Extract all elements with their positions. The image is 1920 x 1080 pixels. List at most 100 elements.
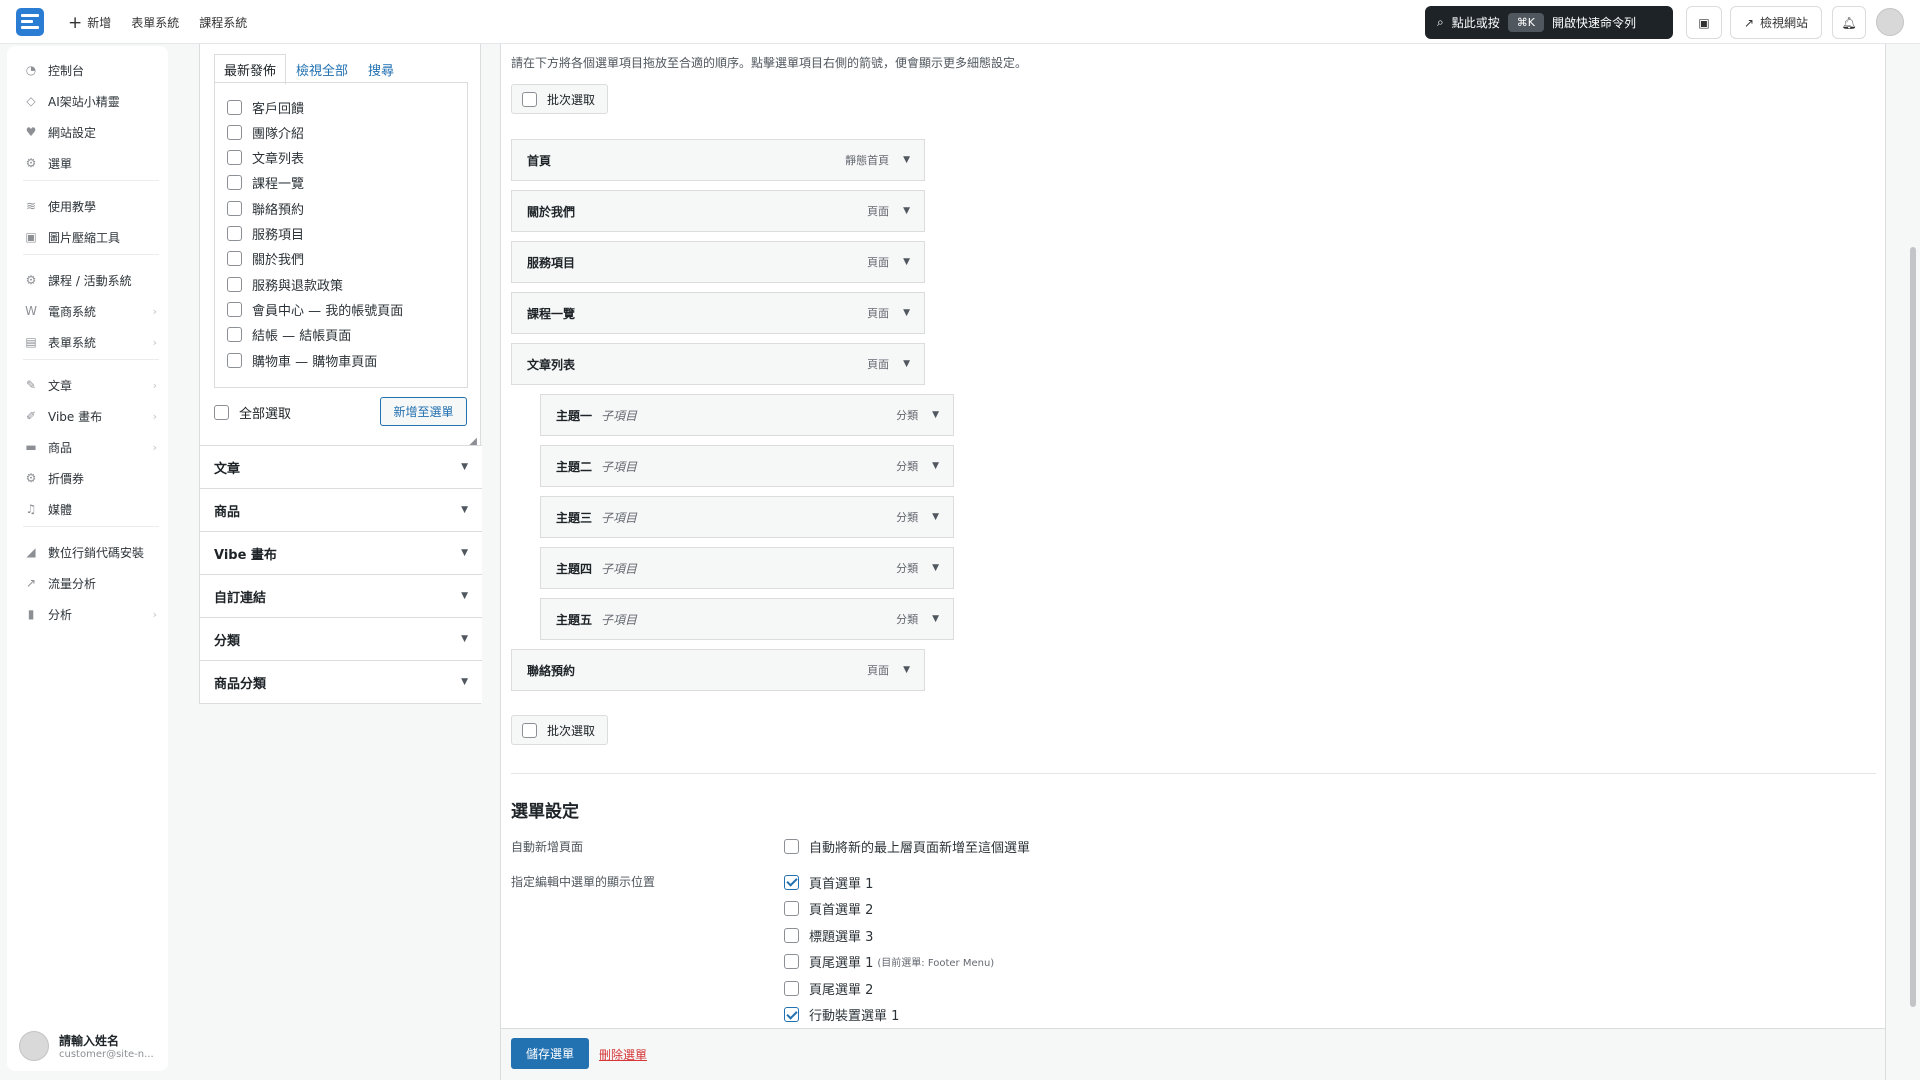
- menu-item[interactable]: 服務項目 頁面 ▼: [511, 241, 925, 283]
- sidebar-item[interactable]: ≋ 使用教學: [23, 196, 163, 216]
- bulk-select-bottom[interactable]: 批次選取: [511, 715, 608, 745]
- sidebar-item[interactable]: ♥ 網站設定: [23, 122, 163, 142]
- accordion-section[interactable]: 商品分類 ▼: [200, 660, 482, 703]
- accordion-section[interactable]: 商品 ▼: [200, 488, 482, 531]
- menu-location-option[interactable]: 頁首選單 1: [784, 873, 873, 892]
- notifications-button[interactable]: 🔔︎: [1832, 6, 1866, 39]
- menu-item[interactable]: 主題三 子項目 分類 ▼: [540, 496, 954, 538]
- new-button[interactable]: + 新增: [68, 14, 111, 31]
- command-palette-button[interactable]: ⌕ 點此或按 ⌘K 開啟快速命令列: [1425, 6, 1673, 39]
- auto-add-checkbox[interactable]: [784, 838, 799, 854]
- expand-arrow-icon[interactable]: ▼: [903, 359, 910, 369]
- page-checklist-item[interactable]: 聯絡預約: [227, 198, 304, 218]
- menu-item[interactable]: 主題四 子項目 分類 ▼: [540, 547, 954, 589]
- menu-location-option[interactable]: 標題選單 3: [784, 926, 873, 945]
- page-checkbox[interactable]: [227, 150, 242, 166]
- scrollbar[interactable]: [1910, 247, 1916, 1007]
- menu-location-option[interactable]: 行動裝置選單 1: [784, 1006, 899, 1024]
- bulk-select-checkbox[interactable]: [522, 91, 537, 107]
- expand-arrow-icon[interactable]: ▼: [932, 461, 939, 471]
- user-avatar[interactable]: [1876, 8, 1904, 36]
- expand-arrow-icon[interactable]: ▼: [903, 665, 910, 675]
- view-site-button[interactable]: ↗ 檢視網站: [1730, 6, 1822, 39]
- page-checkbox[interactable]: [227, 124, 242, 140]
- expand-arrow-icon[interactable]: ▼: [932, 563, 939, 573]
- select-all[interactable]: 全部選取: [214, 403, 291, 422]
- save-menu-button[interactable]: 儲存選單: [511, 1038, 589, 1069]
- menu-location-option[interactable]: 頁尾選單 1 (目前選單: Footer Menu): [784, 953, 994, 971]
- sidebar-item[interactable]: ⚙ 課程 / 活動系統: [23, 270, 163, 290]
- expand-arrow-icon[interactable]: ▼: [903, 308, 910, 318]
- sidebar-item[interactable]: ▤ 表單系統 ›: [23, 332, 163, 352]
- sidebar-item[interactable]: ▣ 圖片壓縮工具: [23, 227, 163, 247]
- menu-item[interactable]: 關於我們 頁面 ▼: [511, 190, 925, 232]
- site-logo[interactable]: [16, 8, 44, 36]
- page-checkbox[interactable]: [227, 175, 242, 191]
- select-all-checkbox[interactable]: [214, 405, 229, 420]
- menu-item[interactable]: 首頁 靜態首頁 ▼: [511, 139, 925, 181]
- expand-arrow-icon[interactable]: ▼: [903, 206, 910, 216]
- sidebar-item[interactable]: ◇ AI架站小精靈: [23, 91, 163, 111]
- location-checkbox[interactable]: [784, 1007, 799, 1022]
- sidebar-item[interactable]: ⚙ 折價券: [23, 468, 163, 488]
- sidebar-item[interactable]: ◢ 數位行銷代碼安裝: [23, 542, 163, 562]
- sidebar-item[interactable]: W 電商系統 ›: [23, 301, 163, 321]
- courses-link[interactable]: 課程系統: [199, 14, 247, 31]
- location-checkbox[interactable]: [784, 927, 799, 943]
- menu-location-option[interactable]: 頁首選單 2: [784, 900, 873, 918]
- page-checklist-item[interactable]: 會員中心 — 我的帳號頁面: [227, 299, 403, 319]
- page-checklist-item[interactable]: 關於我們: [227, 249, 304, 269]
- page-checkbox[interactable]: [227, 352, 242, 368]
- expand-arrow-icon[interactable]: ▼: [903, 155, 910, 165]
- sidebar-item[interactable]: ✎ 文章 ›: [23, 375, 163, 395]
- location-checkbox[interactable]: [784, 980, 799, 996]
- sidebar-item[interactable]: ◔ 控制台: [23, 60, 163, 80]
- page-checkbox[interactable]: [227, 99, 242, 115]
- expand-arrow-icon[interactable]: ▼: [903, 257, 910, 267]
- tab-search[interactable]: 搜尋: [358, 54, 404, 85]
- page-checkbox[interactable]: [227, 200, 242, 216]
- accordion-section[interactable]: 自訂連結 ▼: [200, 574, 482, 617]
- expand-arrow-icon[interactable]: ▼: [932, 410, 939, 420]
- page-checklist-item[interactable]: 客戶回饋: [227, 97, 304, 117]
- sidebar-item[interactable]: ↗ 流量分析: [23, 573, 163, 593]
- page-checkbox[interactable]: [227, 276, 242, 292]
- page-checkbox[interactable]: [227, 226, 242, 241]
- menu-item[interactable]: 文章列表 頁面 ▼: [511, 343, 925, 385]
- page-checklist-item[interactable]: 購物車 — 購物車頁面: [227, 350, 377, 370]
- menu-location-option[interactable]: 頁尾選單 2: [784, 979, 873, 998]
- accordion-section[interactable]: 文章 ▼: [200, 445, 482, 488]
- page-checklist-item[interactable]: 文章列表: [227, 148, 304, 168]
- sidebar-item[interactable]: ⚙ 選單: [23, 153, 163, 173]
- page-checkbox[interactable]: [227, 301, 242, 317]
- page-checklist-item[interactable]: 服務與退款政策: [227, 274, 343, 294]
- tab-view-all[interactable]: 檢視全部: [286, 54, 358, 85]
- page-checkbox[interactable]: [227, 251, 242, 267]
- page-checklist-item[interactable]: 課程一覽: [227, 173, 304, 193]
- menu-item[interactable]: 主題二 子項目 分類 ▼: [540, 445, 954, 487]
- page-checklist-item[interactable]: 服務項目: [227, 224, 304, 244]
- delete-menu-link[interactable]: 刪除選單: [599, 1046, 647, 1063]
- bulk-select-checkbox[interactable]: [522, 722, 537, 738]
- tab-most-recent[interactable]: 最新發佈: [214, 54, 287, 85]
- accordion-section[interactable]: Vibe 畫布 ▼: [200, 531, 482, 574]
- menu-item[interactable]: 聯絡預約 頁面 ▼: [511, 649, 925, 691]
- auto-add-option[interactable]: 自動將新的最上層頁面新增至這個選單: [784, 837, 1030, 856]
- location-checkbox[interactable]: [784, 874, 799, 890]
- page-checklist-item[interactable]: 結帳 — 結帳頁面: [227, 325, 351, 345]
- accordion-section[interactable]: 分類 ▼: [200, 617, 482, 660]
- menu-item[interactable]: 主題一 子項目 分類 ▼: [540, 394, 954, 436]
- sidebar-item[interactable]: ▮ 分析 ›: [23, 604, 163, 624]
- sidebar-item[interactable]: ✐ Vibe 畫布 ›: [23, 406, 163, 426]
- add-to-menu-button[interactable]: 新增至選單: [380, 397, 467, 426]
- expand-arrow-icon[interactable]: ▼: [932, 512, 939, 522]
- menu-item[interactable]: 課程一覽 頁面 ▼: [511, 292, 925, 334]
- sidebar-item[interactable]: ♫ 媒體: [23, 499, 163, 519]
- menu-item[interactable]: 主題五 子項目 分類 ▼: [540, 598, 954, 640]
- location-checkbox[interactable]: [784, 954, 799, 969]
- sidebar-item[interactable]: ▬ 商品 ›: [23, 437, 163, 457]
- user-profile[interactable]: 請輸入姓名 customer@site-n...: [7, 1022, 168, 1070]
- page-checklist-item[interactable]: 團隊介紹: [227, 122, 304, 142]
- expand-arrow-icon[interactable]: ▼: [932, 614, 939, 624]
- preview-button[interactable]: ▣: [1686, 6, 1722, 39]
